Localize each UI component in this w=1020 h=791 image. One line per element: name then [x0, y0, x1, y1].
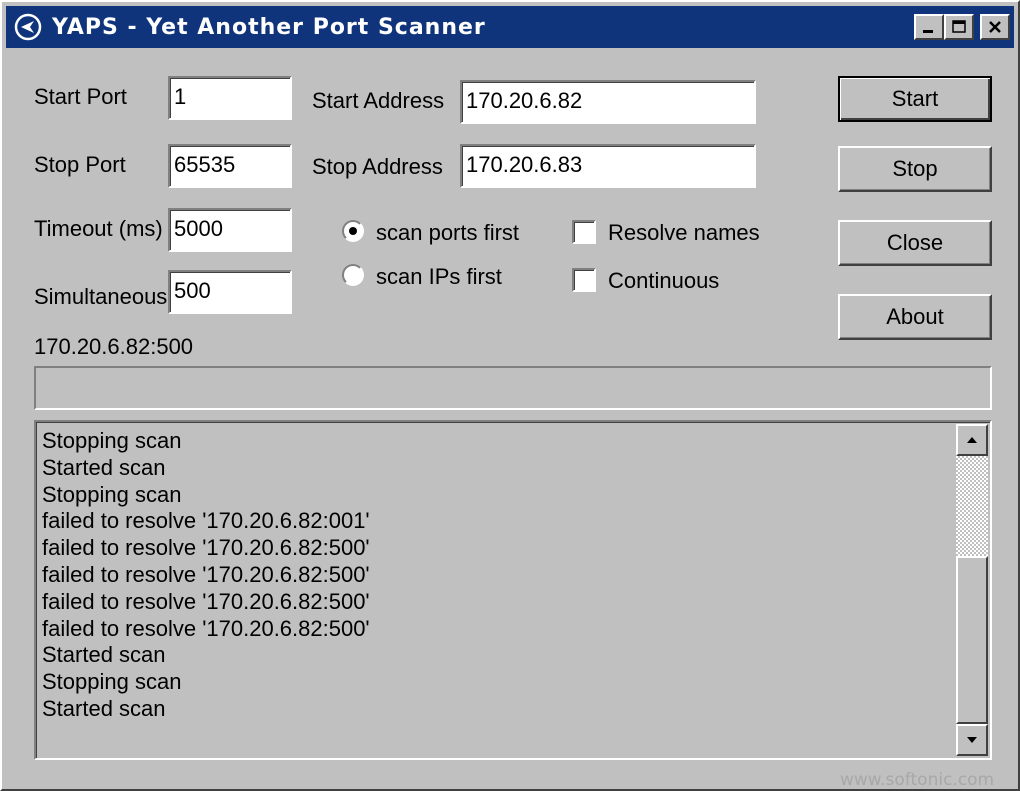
log-item: Stopping scan [42, 481, 182, 507]
main-window: YAPS - Yet Another Port Scanner Start Po… [0, 0, 1020, 791]
stop-address-input[interactable]: 170.20.6.83 [460, 144, 756, 188]
stop-port-label: Stop Port [34, 152, 126, 177]
scan-ips-first-label[interactable]: scan IPs first [376, 264, 502, 290]
log-item: failed to resolve '170.20.6.82:500' [42, 615, 370, 641]
close-button[interactable]: Close [838, 220, 992, 266]
current-address-status: 170.20.6.82:500 [34, 334, 194, 359]
minimize-icon [923, 30, 933, 33]
close-icon [989, 21, 1001, 33]
maximize-icon [952, 20, 966, 33]
continuous-checkbox[interactable] [572, 268, 596, 292]
log-item: Started scan [42, 454, 166, 480]
watermark: www.softonic.com [840, 770, 995, 790]
resolve-names-checkbox[interactable] [572, 220, 596, 244]
log-scrollbar[interactable] [956, 424, 988, 756]
timeout-label: Timeout (ms) [34, 216, 163, 241]
start-port-label: Start Port [34, 84, 127, 109]
stop-button[interactable]: Stop [838, 146, 992, 192]
log-item: failed to resolve '170.20.6.82:500' [42, 535, 370, 561]
start-address-input[interactable]: 170.20.6.82 [460, 80, 756, 124]
continuous-label[interactable]: Continuous [608, 268, 719, 294]
log-list[interactable]: Stopping scan Started scan Stopping scan fa… [34, 420, 992, 760]
simultaneous-input[interactable]: 500 [168, 270, 292, 314]
scan-progress-bar [34, 366, 992, 410]
log-item: Started scan [42, 695, 166, 721]
window-title: YAPS - Yet Another Port Scanner [52, 14, 486, 40]
log-item: failed to resolve '170.20.6.82:001' [42, 508, 370, 534]
scroll-thumb[interactable] [956, 556, 988, 724]
close-window-button[interactable] [980, 14, 1010, 40]
scan-ports-first-label[interactable]: scan ports first [376, 220, 519, 246]
simultaneous-label: Simultaneous [34, 284, 168, 309]
scroll-down-button[interactable] [956, 724, 988, 756]
log-item: failed to resolve '170.20.6.82:500' [42, 561, 370, 587]
resolve-names-label[interactable]: Resolve names [608, 220, 760, 246]
maximize-button[interactable] [944, 14, 974, 40]
timeout-input[interactable]: 5000 [168, 208, 292, 252]
log-item: Stopping scan [42, 428, 182, 453]
app-icon [14, 13, 42, 41]
title-bar[interactable]: YAPS - Yet Another Port Scanner [6, 6, 1014, 48]
about-button[interactable]: About [838, 294, 992, 340]
scroll-track[interactable] [956, 456, 988, 556]
start-button[interactable]: Start [838, 76, 992, 122]
log-lines: Stopping scan Started scan Stopping scan fa… [42, 428, 370, 723]
radio-selected-dot [349, 227, 357, 235]
log-item: Stopping scan [42, 669, 182, 695]
arrow-down-icon [967, 737, 977, 743]
minimize-button[interactable] [914, 14, 944, 40]
scan-ports-first-radio[interactable] [342, 220, 364, 242]
start-address-label: Start Address [312, 88, 445, 113]
log-item: failed to resolve '170.20.6.82:500' [42, 588, 370, 614]
stop-address-label: Stop Address [312, 154, 443, 179]
start-port-input[interactable]: 1 [168, 76, 292, 120]
log-item: Started scan [42, 642, 166, 668]
scan-ips-first-radio[interactable] [342, 264, 364, 286]
arrow-up-icon [967, 437, 977, 443]
stop-port-input[interactable]: 65535 [168, 144, 292, 188]
scroll-up-button[interactable] [956, 424, 988, 456]
